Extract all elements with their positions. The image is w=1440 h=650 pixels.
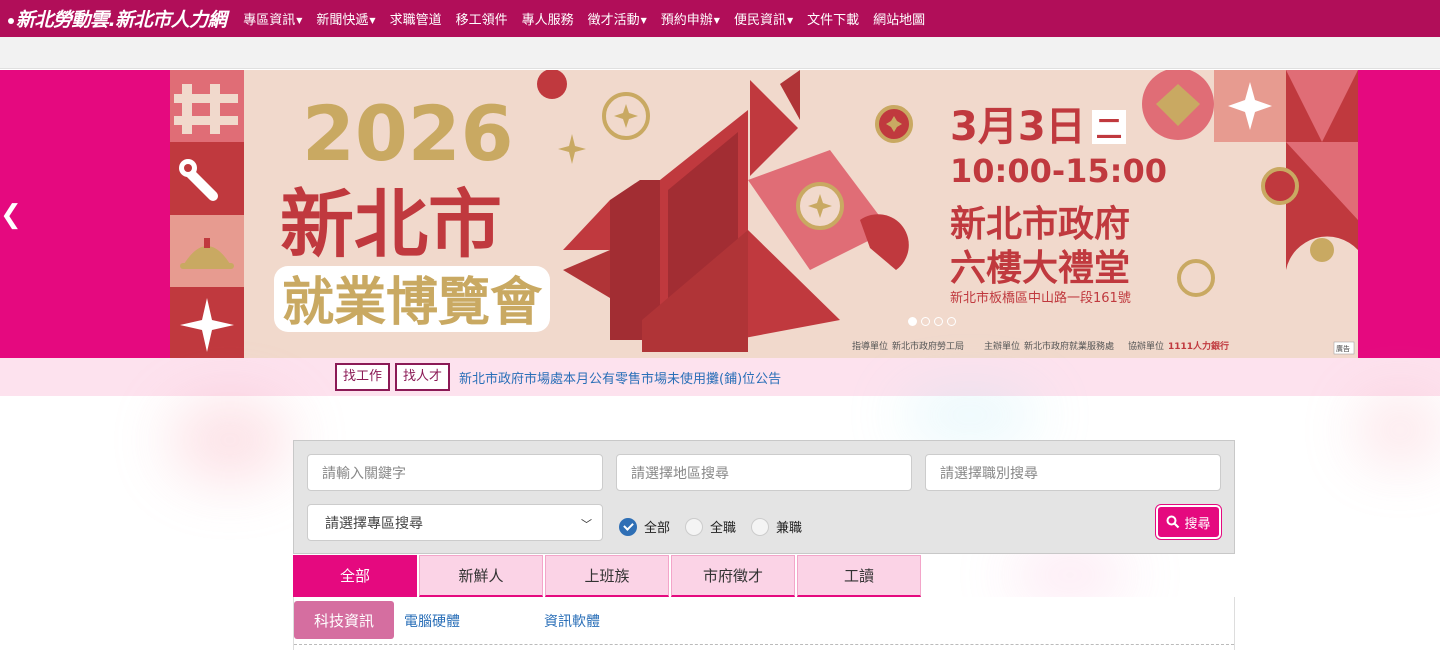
banner-address: 新北市板橋區中山路一段161號 bbox=[950, 290, 1131, 306]
credit-co-org: 1111人力銀行 bbox=[1168, 340, 1229, 352]
sparkle-icon bbox=[558, 134, 586, 164]
caret-down-icon: ▼ bbox=[786, 16, 794, 25]
subcategory-computer-hardware[interactable]: 電腦硬體 bbox=[404, 611, 460, 631]
caret-down-icon: ▼ bbox=[296, 16, 303, 25]
background-glow bbox=[170, 400, 290, 480]
hero-carousel: ❮ 2026 新北市 就業博覽會 3月3日 二 10:00-15:00 新北市政… bbox=[0, 70, 1440, 358]
subcategory-panel: 科技資訊 電腦硬體 資訊軟體 bbox=[293, 597, 1235, 650]
banner-dot bbox=[537, 70, 567, 99]
carousel-dot[interactable] bbox=[908, 317, 917, 326]
nav-item-public-info[interactable]: 便民資訊▼ bbox=[727, 9, 800, 28]
tab-new-graduates[interactable]: 新鮮人 bbox=[419, 555, 543, 597]
find-talent-button[interactable]: 找人才 bbox=[395, 363, 451, 391]
announcement-link[interactable]: 新北市政府市場處本月公有零售市場未使用攤(鋪)位公告 bbox=[459, 368, 781, 387]
category-tabs: 全部 新鮮人 上班族 市府徵才 工讀 bbox=[293, 555, 923, 597]
banner-venue-line1: 新北市政府 bbox=[950, 203, 1130, 245]
carousel-dot[interactable] bbox=[947, 317, 956, 326]
area-select-input[interactable]: 請選擇地區搜尋 bbox=[616, 454, 912, 491]
radio-checked-icon bbox=[619, 517, 637, 536]
carousel-indicators bbox=[908, 317, 956, 326]
credit-host-org: 新北市政府就業服務處 bbox=[1024, 340, 1114, 352]
zone-select-value: 請選擇專區搜尋 bbox=[325, 515, 423, 532]
banner-year: 2026 bbox=[302, 89, 514, 178]
search-icon bbox=[1166, 515, 1180, 529]
quick-link-bar: 找工作 找人才 新北市政府市場處本月公有零售市場未使用攤(鋪)位公告 bbox=[0, 358, 1440, 396]
subcategory-tech-info[interactable]: 科技資訊 bbox=[294, 601, 394, 639]
banner-title-city: 新北市 bbox=[280, 182, 502, 268]
radio-all[interactable]: 全部 bbox=[619, 517, 670, 536]
credit-co-label: 協辦單位 bbox=[1128, 340, 1164, 352]
caret-down-icon: ▼ bbox=[369, 16, 376, 25]
tab-part-time-students[interactable]: 工讀 bbox=[797, 555, 921, 597]
banner-venue-line2: 六樓大禮堂 bbox=[950, 248, 1130, 289]
nav-item-downloads[interactable]: 文件下載 bbox=[800, 9, 866, 28]
search-button[interactable]: 搜尋 bbox=[1156, 505, 1221, 539]
site-logo-text: 新北勞動雲.新北市人力網 bbox=[16, 9, 227, 31]
banner-grid-tile bbox=[170, 70, 244, 142]
nav-item-news[interactable]: 新聞快遞▼ bbox=[309, 9, 382, 28]
banner-date: 3月3日 bbox=[950, 104, 1086, 150]
carousel-prev-icon[interactable]: ❮ bbox=[0, 200, 22, 230]
banner-artwork: 2026 新北市 就業博覽會 3月3日 二 10:00-15:00 新北市政府 … bbox=[170, 70, 1358, 358]
job-type-select-input[interactable]: 請選擇職別搜尋 bbox=[925, 454, 1221, 491]
tab-all[interactable]: 全部 bbox=[293, 555, 417, 597]
credit-host-label: 主辦單位 bbox=[984, 340, 1020, 352]
nav-item-job-channels[interactable]: 求職管道 bbox=[383, 9, 449, 28]
nav-item-zones[interactable]: 專區資訊▼ bbox=[236, 9, 309, 28]
divider bbox=[294, 644, 1234, 645]
carousel-dot[interactable] bbox=[934, 317, 943, 326]
subcategory-software[interactable]: 資訊軟體 bbox=[544, 611, 600, 631]
background-glow bbox=[1010, 555, 1130, 595]
background-glow bbox=[1360, 400, 1440, 460]
nav-item-recruitment-events[interactable]: 徵才活動▼ bbox=[581, 9, 654, 28]
credit-guide-org: 新北市政府勞工局 bbox=[892, 340, 964, 352]
radio-unchecked-icon bbox=[685, 517, 703, 536]
caret-down-icon: ▼ bbox=[713, 16, 720, 25]
banner-time: 10:00-15:00 bbox=[950, 152, 1167, 190]
chevron-down-icon: ﹀ bbox=[581, 518, 592, 531]
tab-office-workers[interactable]: 上班族 bbox=[545, 555, 669, 597]
coin-icon bbox=[1261, 167, 1299, 205]
nav-item-sitemap[interactable]: 網站地圖 bbox=[866, 9, 932, 28]
caret-down-icon: ▼ bbox=[640, 16, 647, 25]
nav-item-personal-service[interactable]: 專人服務 bbox=[515, 9, 581, 28]
job-fair-banner[interactable]: 2026 新北市 就業博覽會 3月3日 二 10:00-15:00 新北市政府 … bbox=[170, 70, 1358, 358]
coin-icon bbox=[1177, 259, 1215, 297]
carousel-dot[interactable] bbox=[921, 317, 930, 326]
banner-title-expo: 就業博覽會 bbox=[282, 273, 543, 333]
sub-header-bar bbox=[0, 37, 1440, 69]
keyword-input[interactable]: 請輸入關鍵字 bbox=[307, 454, 603, 491]
zone-select[interactable]: 請選擇專區搜尋 ﹀ bbox=[307, 504, 603, 541]
top-navbar: 新北勞動雲.新北市人力網 專區資訊▼ 新聞快遞▼ 求職管道 移工領件 專人服務 … bbox=[0, 0, 1440, 37]
radio-part-time[interactable]: 兼職 bbox=[751, 517, 802, 536]
nav-item-migrant-worker-docs[interactable]: 移工領件 bbox=[449, 9, 515, 28]
job-search-panel: 請輸入關鍵字 請選擇地區搜尋 請選擇職別搜尋 請選擇專區搜尋 ﹀ 全部 全職 兼… bbox=[293, 440, 1235, 554]
radio-unchecked-icon bbox=[751, 517, 769, 536]
nav-item-appointments[interactable]: 預約申辦▼ bbox=[654, 9, 727, 28]
ad-badge-label: 廣告 bbox=[1336, 344, 1350, 353]
site-logo[interactable]: 新北勞動雲.新北市人力網 bbox=[0, 5, 227, 32]
banner-weekday: 二 bbox=[1096, 115, 1122, 145]
credit-guide-label: 指導單位 bbox=[852, 340, 888, 352]
radio-full-time[interactable]: 全職 bbox=[685, 517, 736, 536]
tab-city-recruitment[interactable]: 市府徵才 bbox=[671, 555, 795, 597]
find-job-button[interactable]: 找工作 bbox=[335, 363, 391, 391]
background-glow bbox=[900, 395, 1040, 435]
logo-mark-icon bbox=[8, 17, 14, 24]
